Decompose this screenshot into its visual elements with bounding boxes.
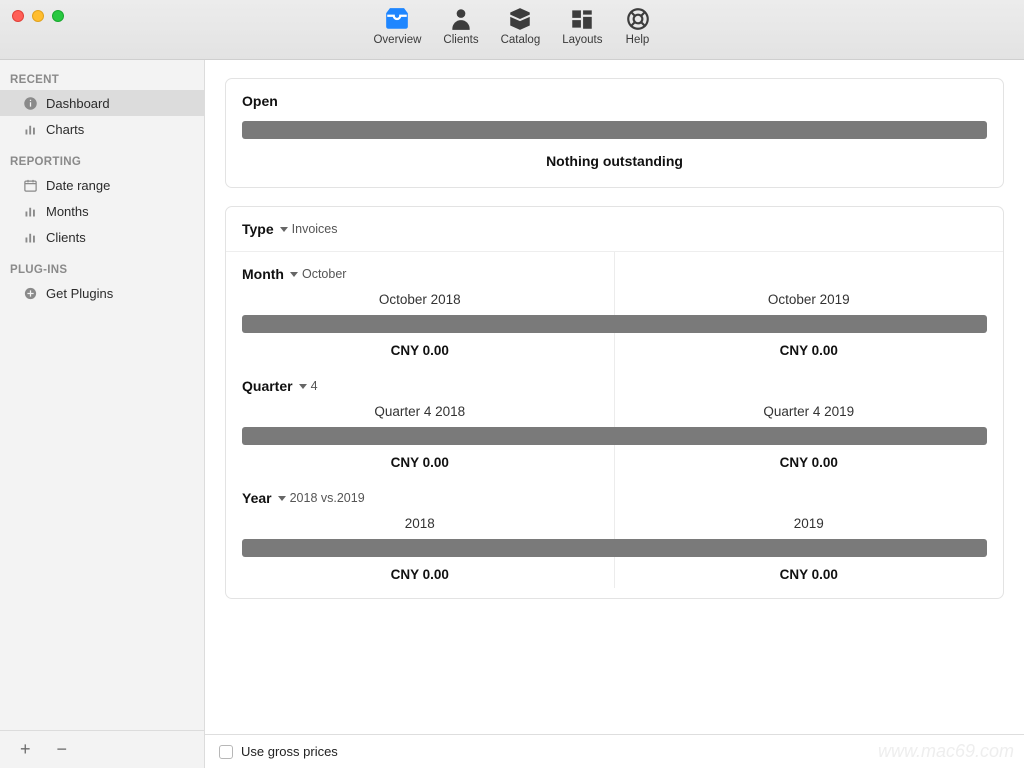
sidebar-item-label: Charts: [46, 122, 84, 137]
type-selector[interactable]: Invoices: [280, 222, 338, 236]
remove-button[interactable]: −: [51, 737, 74, 762]
quarter-left-label: Quarter 4 2018: [226, 400, 615, 427]
month-bar-chart: [242, 315, 987, 333]
quarter-key: Quarter: [242, 378, 293, 394]
minimize-icon[interactable]: [32, 10, 44, 22]
tab-catalog[interactable]: Catalog: [501, 6, 541, 46]
month-right-label: October 2019: [615, 288, 1004, 315]
sidebar-section-recent: RECENT: [0, 60, 204, 90]
info-icon: [22, 95, 38, 111]
month-right-value: CNY 0.00: [615, 333, 1004, 364]
sidebar-item-label: Date range: [46, 178, 110, 193]
sidebar: RECENT Dashboard Charts REPORTING Date r…: [0, 60, 205, 768]
month-left-label: October 2018: [226, 288, 615, 315]
quarter-left-value: CNY 0.00: [226, 445, 615, 476]
quarter-right-label: Quarter 4 2019: [615, 400, 1004, 427]
tab-overview-label: Overview: [373, 34, 421, 46]
tab-clients[interactable]: Clients: [443, 6, 478, 46]
tab-help-label: Help: [626, 34, 650, 46]
type-card: Type Invoices Month October October 2018: [225, 206, 1004, 599]
window-controls: [12, 10, 64, 22]
sidebar-item-charts[interactable]: Charts: [0, 116, 204, 142]
year-right-value: CNY 0.00: [615, 557, 1004, 588]
tab-clients-label: Clients: [443, 34, 478, 46]
year-key: Year: [242, 490, 272, 506]
tab-help[interactable]: Help: [625, 6, 651, 46]
open-bar-chart: [242, 121, 987, 139]
sidebar-section-plugins: PLUG-INS: [0, 250, 204, 280]
tab-overview[interactable]: Overview: [373, 6, 421, 46]
close-icon[interactable]: [12, 10, 24, 22]
quarter-bar-chart: [242, 427, 987, 445]
month-left-value: CNY 0.00: [226, 333, 615, 364]
bars-icon: [22, 203, 38, 219]
sidebar-item-label: Dashboard: [46, 96, 110, 111]
zoom-icon[interactable]: [52, 10, 64, 22]
gross-prices-checkbox[interactable]: [219, 745, 233, 759]
type-title: Type: [242, 221, 274, 237]
open-title: Open: [242, 93, 987, 109]
tab-catalog-label: Catalog: [501, 34, 541, 46]
toolbar: Overview Clients Catalog Layouts Help: [373, 0, 650, 46]
quarter-selector[interactable]: 4: [299, 379, 318, 393]
sidebar-item-daterange[interactable]: Date range: [0, 172, 204, 198]
sidebar-item-label: Get Plugins: [46, 286, 113, 301]
tab-layouts-label: Layouts: [562, 34, 602, 46]
year-right-label: 2019: [615, 512, 1004, 539]
add-button[interactable]: +: [14, 737, 37, 762]
sidebar-item-label: Months: [46, 204, 89, 219]
month-selector[interactable]: October: [290, 267, 346, 281]
sidebar-item-dashboard[interactable]: Dashboard: [0, 90, 204, 116]
year-selector[interactable]: 2018 vs.2019: [278, 491, 365, 505]
open-card: Open Nothing outstanding: [225, 78, 1004, 188]
quarter-right-value: CNY 0.00: [615, 445, 1004, 476]
year-bar-chart: [242, 539, 987, 557]
sidebar-item-label: Clients: [46, 230, 86, 245]
titlebar: Overview Clients Catalog Layouts Help: [0, 0, 1024, 60]
sidebar-item-clients[interactable]: Clients: [0, 224, 204, 250]
tab-layouts[interactable]: Layouts: [562, 6, 602, 46]
bottom-bar: Use gross prices: [205, 734, 1024, 768]
inbox-icon: [384, 6, 410, 32]
bars-icon: [22, 121, 38, 137]
open-empty-message: Nothing outstanding: [242, 153, 987, 169]
sidebar-item-months[interactable]: Months: [0, 198, 204, 224]
box-icon: [507, 6, 533, 32]
bars-icon: [22, 229, 38, 245]
layouts-icon: [569, 6, 595, 32]
person-icon: [448, 6, 474, 32]
sidebar-item-getplugins[interactable]: Get Plugins: [0, 280, 204, 306]
sidebar-section-reporting: REPORTING: [0, 142, 204, 172]
calendar-icon: [22, 177, 38, 193]
sidebar-footer: + −: [0, 730, 204, 768]
gross-prices-label: Use gross prices: [241, 744, 338, 759]
lifebuoy-icon: [625, 6, 651, 32]
plus-circle-icon: [22, 285, 38, 301]
year-left-label: 2018: [226, 512, 615, 539]
content-area: Open Nothing outstanding Type Invoices M…: [205, 60, 1024, 768]
year-left-value: CNY 0.00: [226, 557, 615, 588]
month-key: Month: [242, 266, 284, 282]
